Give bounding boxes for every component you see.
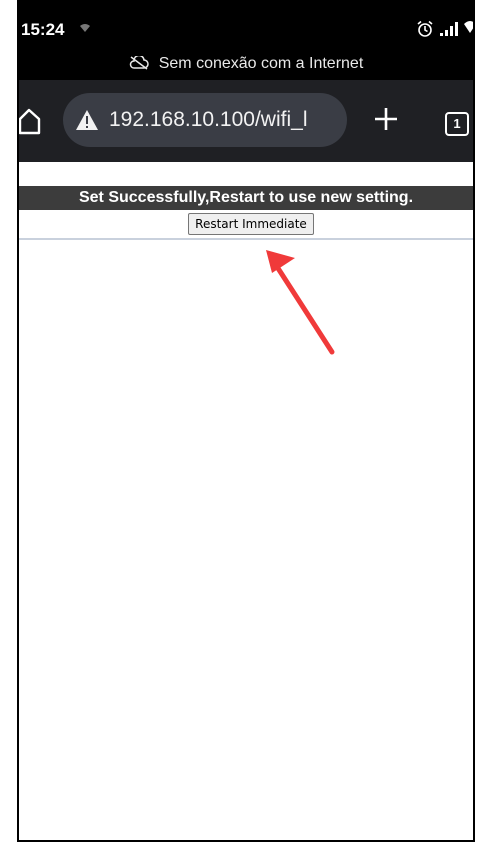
annotation-arrow-icon [266,250,335,355]
phone-screen: 15:24 Sem conexão com a Internet 192.168… [17,0,475,842]
